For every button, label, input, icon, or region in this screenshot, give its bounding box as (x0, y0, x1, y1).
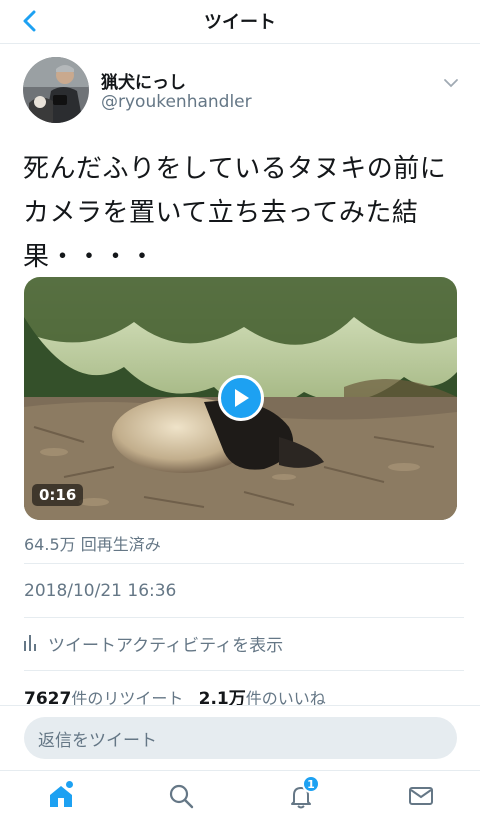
tab-notifications[interactable]: 1 (286, 775, 320, 811)
avatar[interactable] (23, 57, 89, 123)
new-content-dot (66, 781, 73, 788)
tab-messages[interactable] (406, 781, 436, 811)
tab-search[interactable] (166, 781, 196, 811)
page-title: ツイート (204, 12, 276, 33)
tweet-activity-link[interactable]: ツイートアクティビティを表示 (24, 631, 284, 656)
tweet-video[interactable]: 0:16 (24, 277, 457, 520)
divider (24, 563, 464, 564)
tweet-options-button[interactable] (439, 71, 463, 95)
author-display-name[interactable]: 猟犬にっし (101, 68, 186, 93)
notifications-badge: 1 (302, 775, 320, 793)
navigation-bar: ツイート (0, 0, 480, 44)
search-icon (169, 784, 194, 809)
tab-home[interactable] (46, 781, 76, 811)
tweet-text: 死んだふりをしているタヌキの前にカメラを置いて立ち去ってみた結果・・・・ (23, 154, 447, 272)
tweet-timestamp: 2018/10/21 16:36 (24, 581, 177, 601)
bar-chart-icon (24, 635, 36, 651)
divider (24, 617, 464, 618)
video-duration: 0:16 (32, 484, 84, 506)
author-handle[interactable]: @ryoukenhandler (101, 92, 252, 112)
reply-input[interactable]: 返信をツイート (24, 717, 457, 759)
tweet-author: 猟犬にっし @ryoukenhandler (23, 57, 463, 127)
divider (24, 670, 464, 671)
reply-bar: 返信をツイート (0, 705, 480, 770)
play-button[interactable] (218, 375, 264, 421)
play-icon (235, 389, 249, 407)
tweet-activity-label: ツイートアクティビティを表示 (48, 635, 284, 656)
tab-bar: 1 (0, 770, 480, 824)
chevron-down-icon (444, 79, 458, 88)
mail-icon (409, 787, 433, 805)
view-count: 64.5万 回再生済み (24, 535, 161, 554)
